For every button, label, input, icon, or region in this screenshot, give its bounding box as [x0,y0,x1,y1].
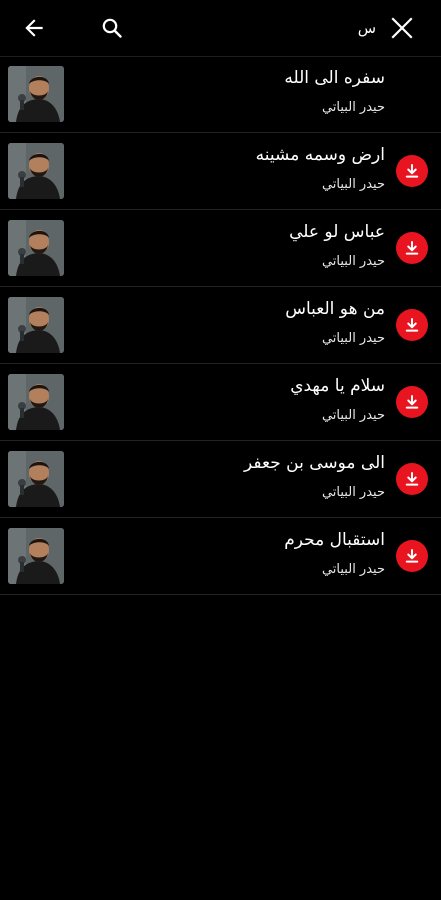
download-button[interactable] [396,463,428,495]
track-title: سفره الى الله [284,68,385,88]
artist-name: حيدر البياتي [321,100,385,115]
top-bar [0,0,441,57]
download-button[interactable] [396,232,428,264]
search-button[interactable] [96,12,128,44]
artist-name: حيدر البياتي [321,331,385,346]
download-icon [405,549,419,563]
track-title: عباس لو علي [289,222,385,242]
download-icon [405,472,419,486]
result-row[interactable]: الى موسى بن جعفر حيدر البياتي [0,441,441,518]
artist-name: حيدر البياتي [321,562,385,577]
album-art-thumbnail [8,143,64,199]
result-row[interactable]: سفره الى الله حيدر البياتي [0,56,441,133]
result-row[interactable]: عباس لو علي حيدر البياتي [0,210,441,287]
download-icon [405,164,419,178]
track-title: سلام يا مهدي [290,376,385,396]
download-icon [405,318,419,332]
download-button[interactable] [396,309,428,341]
album-art-thumbnail [8,66,64,122]
results-list: سفره الى الله حيدر البياتي ارض وسمه مشين… [0,56,441,595]
result-row[interactable]: استقبال محرم حيدر البياتي [0,518,441,595]
close-button[interactable] [386,12,418,44]
arrow-back-icon [25,19,43,37]
artist-name: حيدر البياتي [321,408,385,423]
download-icon [405,395,419,409]
track-title: من هو العباس [285,299,385,319]
back-button[interactable] [18,12,50,44]
artist-name: حيدر البياتي [321,254,385,269]
search-input[interactable] [140,14,376,42]
artist-name: حيدر البياتي [321,177,385,192]
album-art-thumbnail [8,220,64,276]
track-title: الى موسى بن جعفر [244,453,385,473]
album-art-thumbnail [8,374,64,430]
artist-name: حيدر البياتي [321,485,385,500]
album-art-thumbnail [8,297,64,353]
track-title: استقبال محرم [284,530,385,550]
result-row[interactable]: من هو العباس حيدر البياتي [0,287,441,364]
search-icon [102,18,122,38]
close-icon [391,17,413,39]
download-button[interactable] [396,540,428,572]
download-button[interactable] [396,155,428,187]
result-row[interactable]: سلام يا مهدي حيدر البياتي [0,364,441,441]
download-button[interactable] [396,386,428,418]
album-art-thumbnail [8,528,64,584]
result-row[interactable]: ارض وسمه مشينه حيدر البياتي [0,133,441,210]
track-title: ارض وسمه مشينه [255,145,385,165]
download-icon [405,241,419,255]
album-art-thumbnail [8,451,64,507]
